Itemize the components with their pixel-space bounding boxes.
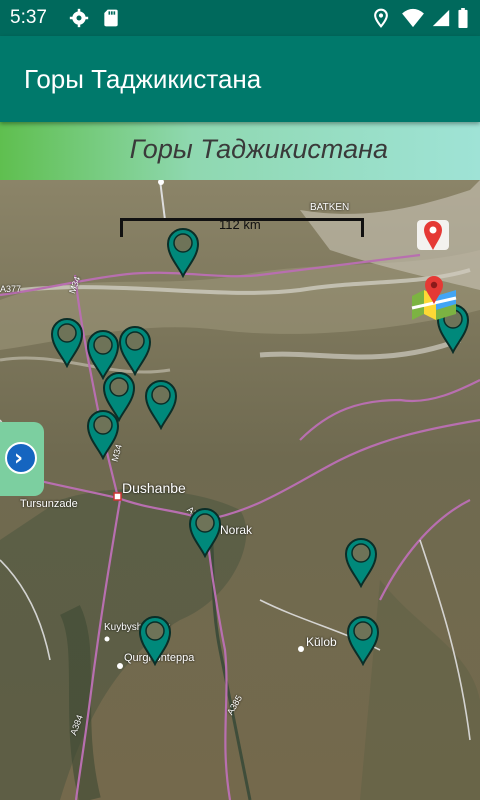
place-label-kulob: Kŭlob xyxy=(306,635,337,649)
mountain-marker[interactable] xyxy=(344,536,378,588)
scale-label: 112 km xyxy=(219,217,261,232)
next-button[interactable]: › xyxy=(0,422,44,496)
signal-icon xyxy=(432,9,450,27)
mountain-marker[interactable] xyxy=(118,324,152,376)
title-banner: Горы Таджикистана xyxy=(0,122,480,180)
place-label-norak: Norak xyxy=(220,523,253,537)
banner-title: Горы Таджикистана xyxy=(129,134,388,164)
settings-icon xyxy=(69,8,89,28)
scale-bar: 112 km xyxy=(120,217,364,237)
place-label-batken: BATKEN xyxy=(310,202,350,213)
map-view[interactable]: 112 km BATKEN Dushanbe Tursunzade Norak … xyxy=(0,180,480,800)
map-layers-icon[interactable] xyxy=(410,274,458,322)
battery-icon xyxy=(458,8,468,28)
status-time: 5:37 xyxy=(10,7,47,28)
mountain-marker[interactable] xyxy=(188,506,222,558)
chevron-right-icon: › xyxy=(5,442,37,474)
mountain-marker[interactable] xyxy=(86,408,120,460)
mountain-marker[interactable] xyxy=(346,614,380,666)
my-location-pin-icon[interactable] xyxy=(416,216,450,254)
app-bar: Горы Таджикистана xyxy=(0,36,480,122)
place-label-dushanbe: Dushanbe xyxy=(122,480,186,496)
mountain-marker[interactable] xyxy=(144,378,178,430)
sd-card-icon xyxy=(104,9,118,27)
satellite-terrain xyxy=(0,180,480,800)
status-bar: 5:37 xyxy=(0,0,480,36)
mountain-marker[interactable] xyxy=(50,316,84,368)
wifi-icon xyxy=(402,8,424,28)
mountain-marker[interactable] xyxy=(138,614,172,666)
location-icon xyxy=(374,8,388,28)
mountain-marker[interactable] xyxy=(166,226,200,278)
place-label-tursunzade: Tursunzade xyxy=(20,498,78,510)
road-label-a377: A377 xyxy=(0,284,22,294)
app-title: Горы Таджикистана xyxy=(24,64,262,94)
